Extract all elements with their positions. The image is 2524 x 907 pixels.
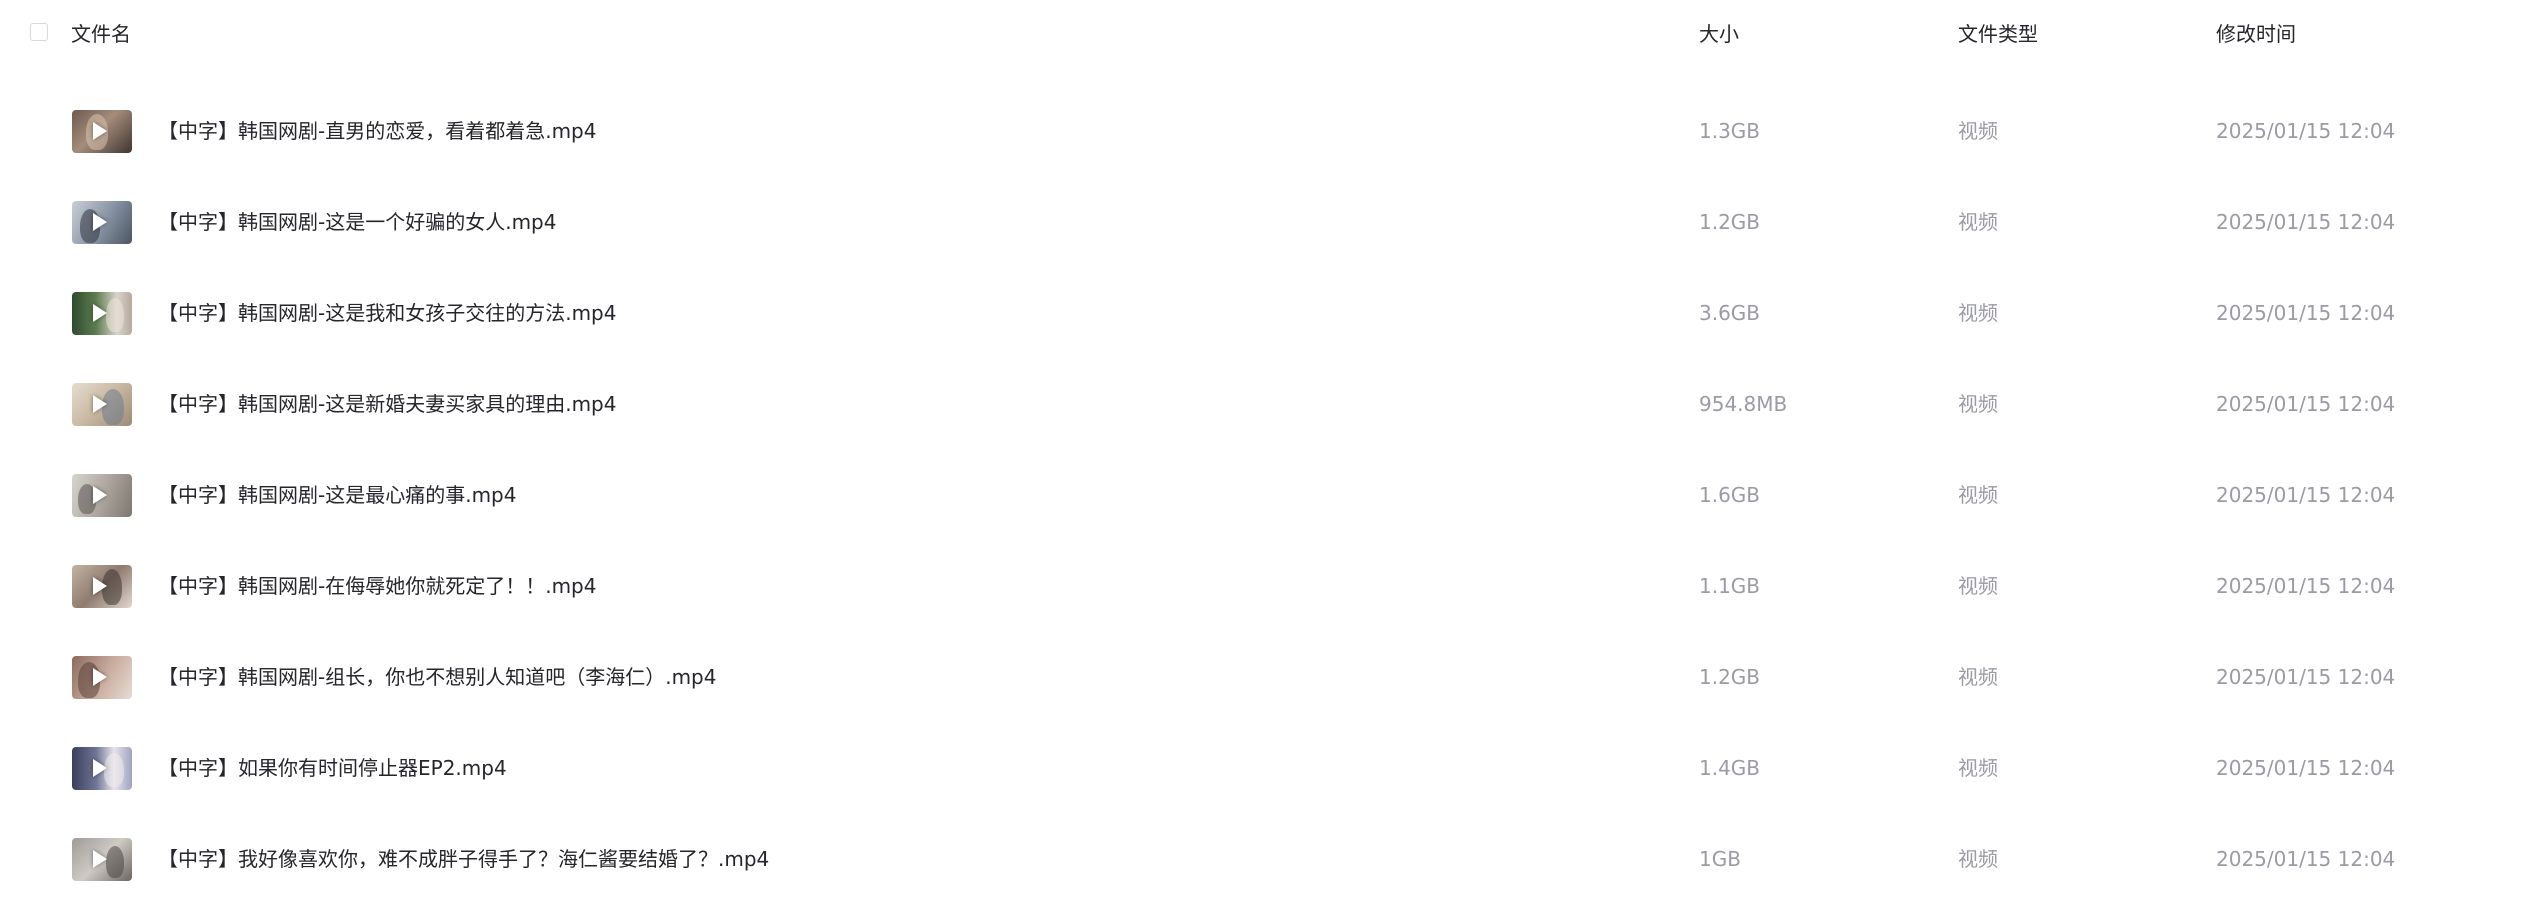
- file-name[interactable]: 【中字】韩国网剧-这是最心痛的事.mp4: [158, 481, 516, 509]
- file-name[interactable]: 【中字】韩国网剧-直男的恋爱，看着都着急.mp4: [158, 117, 596, 145]
- play-icon: [93, 213, 107, 231]
- file-name[interactable]: 【中字】韩国网剧-在侮辱她你就死定了！！.mp4: [158, 572, 596, 600]
- play-icon: [93, 395, 107, 413]
- file-name[interactable]: 【中字】韩国网剧-这是一个好骗的女人.mp4: [158, 208, 556, 236]
- file-row[interactable]: 【中字】韩国网剧-这是一个好骗的女人.mp4 1.2GB 视频 2025/01/…: [0, 177, 2524, 268]
- file-modified-time: 2025/01/15 12:04: [2216, 483, 2396, 507]
- file-name[interactable]: 【中字】我好像喜欢你，难不成胖子得手了？海仁酱要结婚了？.mp4: [158, 845, 769, 873]
- select-all-checkbox[interactable]: [30, 23, 48, 41]
- column-header-size[interactable]: 大小: [1699, 20, 1739, 48]
- play-icon: [93, 304, 107, 322]
- play-icon: [93, 759, 107, 777]
- video-thumbnail[interactable]: [72, 383, 132, 426]
- file-modified-time: 2025/01/15 12:04: [2216, 756, 2396, 780]
- column-header-modified[interactable]: 修改时间: [2216, 20, 2296, 48]
- file-modified-time: 2025/01/15 12:04: [2216, 119, 2396, 143]
- file-type: 视频: [1958, 392, 1998, 416]
- file-modified-time: 2025/01/15 12:04: [2216, 847, 2396, 871]
- video-thumbnail[interactable]: [72, 474, 132, 517]
- file-size: 1.2GB: [1699, 210, 1761, 234]
- file-modified-time: 2025/01/15 12:04: [2216, 574, 2396, 598]
- file-modified-time: 2025/01/15 12:04: [2216, 210, 2396, 234]
- file-name[interactable]: 【中字】韩国网剧-这是新婚夫妻买家具的理由.mp4: [158, 390, 616, 418]
- file-type: 视频: [1958, 665, 1998, 689]
- file-row[interactable]: 【中字】韩国网剧-这是最心痛的事.mp4 1.6GB 视频 2025/01/15…: [0, 450, 2524, 541]
- video-thumbnail[interactable]: [72, 838, 132, 881]
- video-thumbnail[interactable]: [72, 292, 132, 335]
- file-name[interactable]: 【中字】如果你有时间停止器EP2.mp4: [158, 754, 507, 782]
- play-icon: [93, 122, 107, 140]
- file-row[interactable]: 【中字】我好像喜欢你，难不成胖子得手了？海仁酱要结婚了？.mp4 1GB 视频 …: [0, 814, 2524, 905]
- file-row[interactable]: 【中字】韩国网剧-组长，你也不想别人知道吧（李海仁）.mp4 1.2GB 视频 …: [0, 632, 2524, 723]
- file-size: 1.1GB: [1699, 574, 1761, 598]
- file-size: 1.2GB: [1699, 665, 1761, 689]
- play-icon: [93, 668, 107, 686]
- file-size: 1.4GB: [1699, 756, 1761, 780]
- file-list: 【中字】韩国网剧-直男的恋爱，看着都着急.mp4 1.3GB 视频 2025/0…: [0, 0, 2524, 907]
- file-row[interactable]: 【中字】韩国网剧-在侮辱她你就死定了！！.mp4 1.1GB 视频 2025/0…: [0, 541, 2524, 632]
- file-type: 视频: [1958, 756, 1998, 780]
- play-icon: [93, 577, 107, 595]
- file-name[interactable]: 【中字】韩国网剧-组长，你也不想别人知道吧（李海仁）.mp4: [158, 663, 716, 691]
- file-type: 视频: [1958, 483, 1998, 507]
- play-icon: [93, 486, 107, 504]
- video-thumbnail[interactable]: [72, 201, 132, 244]
- file-size: 3.6GB: [1699, 301, 1761, 325]
- video-thumbnail[interactable]: [72, 110, 132, 153]
- list-header: 文件名 大小 文件类型 修改时间: [0, 0, 2524, 68]
- file-type: 视频: [1958, 210, 1998, 234]
- video-thumbnail[interactable]: [72, 656, 132, 699]
- file-row[interactable]: 【中字】韩国网剧-这是新婚夫妻买家具的理由.mp4 954.8MB 视频 202…: [0, 359, 2524, 450]
- file-name[interactable]: 【中字】韩国网剧-这是我和女孩子交往的方法.mp4: [158, 299, 616, 327]
- file-modified-time: 2025/01/15 12:04: [2216, 301, 2396, 325]
- file-type: 视频: [1958, 574, 1998, 598]
- file-size: 954.8MB: [1699, 392, 1788, 416]
- file-modified-time: 2025/01/15 12:04: [2216, 665, 2396, 689]
- video-thumbnail[interactable]: [72, 747, 132, 790]
- play-icon: [93, 850, 107, 868]
- column-header-type[interactable]: 文件类型: [1958, 20, 2038, 48]
- file-type: 视频: [1958, 847, 1998, 871]
- file-type: 视频: [1958, 119, 1998, 143]
- file-size: 1GB: [1699, 847, 1741, 871]
- file-modified-time: 2025/01/15 12:04: [2216, 392, 2396, 416]
- column-header-name[interactable]: 文件名: [71, 20, 131, 48]
- video-thumbnail[interactable]: [72, 565, 132, 608]
- file-size: 1.3GB: [1699, 119, 1761, 143]
- file-row[interactable]: 【中字】韩国网剧-直男的恋爱，看着都着急.mp4 1.3GB 视频 2025/0…: [0, 86, 2524, 177]
- file-type: 视频: [1958, 301, 1998, 325]
- file-size: 1.6GB: [1699, 483, 1761, 507]
- file-row[interactable]: 【中字】如果你有时间停止器EP2.mp4 1.4GB 视频 2025/01/15…: [0, 723, 2524, 814]
- file-row[interactable]: 【中字】韩国网剧-这是我和女孩子交往的方法.mp4 3.6GB 视频 2025/…: [0, 268, 2524, 359]
